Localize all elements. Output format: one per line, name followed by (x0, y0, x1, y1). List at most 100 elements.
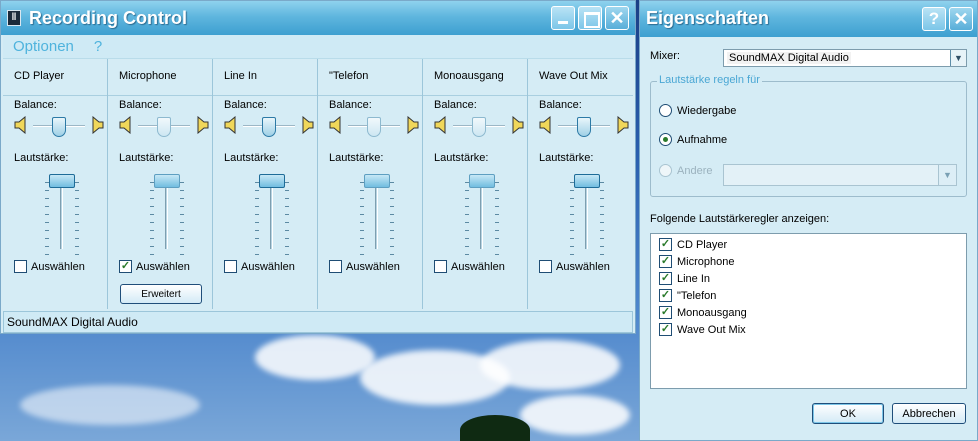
select-checkbox[interactable] (329, 260, 342, 273)
volume-tick (390, 222, 394, 223)
volume-slider-thumb[interactable] (364, 174, 390, 188)
channel-name: CD Player (14, 70, 65, 82)
volume-tick (495, 206, 499, 207)
select-checkbox[interactable] (434, 260, 447, 273)
list-item[interactable]: ✓ "Telefon (659, 289, 716, 302)
volume-tick (465, 214, 469, 215)
advanced-button[interactable]: Erweitert (120, 284, 202, 304)
volume-tick (180, 190, 184, 191)
menu-help[interactable]: ? (94, 38, 102, 55)
list-item-checkbox[interactable]: ✓ (659, 289, 672, 302)
list-item[interactable]: ✓ Microphone (659, 255, 734, 268)
radio-other[interactable]: Andere (659, 164, 712, 177)
speaker-right-icon (615, 115, 629, 135)
volume-tick (75, 190, 79, 191)
volume-slider-thumb[interactable] (469, 174, 495, 188)
list-item[interactable]: ✓ Wave Out Mix (659, 323, 746, 336)
select-checkbox-row[interactable]: Auswählen (14, 260, 85, 273)
dialog-close-button[interactable]: ✕ (949, 7, 973, 31)
list-item[interactable]: ✓ Line In (659, 272, 710, 285)
volume-tick (570, 206, 574, 207)
balance-slider-thumb[interactable] (157, 117, 171, 137)
radio-playback-circle[interactable] (659, 104, 672, 117)
help-icon: ? (928, 9, 940, 28)
mixer-select[interactable]: SoundMAX Digital Audio ▼ (723, 49, 967, 67)
channel-strip: Wave Out Mix Balance: Lautstärke: Auswählen (528, 59, 633, 309)
balance-slider-thumb[interactable] (577, 117, 591, 137)
cancel-button[interactable]: Abbrechen (892, 403, 966, 424)
radio-record-circle[interactable] (659, 133, 672, 146)
select-checkbox[interactable] (224, 260, 237, 273)
volume-tick (600, 254, 604, 255)
volume-tick (255, 230, 259, 231)
volume-tick (75, 182, 79, 183)
list-item[interactable]: ✓ Monoausgang (659, 306, 747, 319)
radio-playback[interactable]: Wiedergabe (659, 104, 736, 117)
select-checkbox-row[interactable]: Auswählen (434, 260, 505, 273)
menu-options[interactable]: Optionen (13, 38, 74, 55)
select-checkbox[interactable] (539, 260, 552, 273)
volume-tick (600, 190, 604, 191)
volume-tick (570, 230, 574, 231)
balance-slider-thumb[interactable] (367, 117, 381, 137)
mixer-app-icon[interactable]: ǁ (7, 10, 21, 26)
mixer-label: Mixer: (650, 50, 680, 62)
chevron-down-icon[interactable]: ▼ (950, 50, 966, 66)
chevron-down-icon[interactable]: ▼ (938, 165, 956, 185)
controls-listbox[interactable]: ✓ CD Player ✓ Microphone ✓ Line In ✓ "Telefon ✓ M… (650, 233, 967, 389)
select-checkbox[interactable]: ✓ (119, 260, 132, 273)
balance-label: Balance: (224, 99, 267, 111)
minimize-button[interactable] (551, 6, 575, 30)
list-item[interactable]: ✓ CD Player (659, 238, 727, 251)
volume-tick (285, 254, 289, 255)
balance-label: Balance: (434, 99, 477, 111)
select-checkbox-row[interactable]: Auswählen (539, 260, 610, 273)
list-item-checkbox[interactable]: ✓ (659, 238, 672, 251)
speaker-left-icon (329, 115, 343, 135)
balance-slider-thumb[interactable] (52, 117, 66, 137)
volume-tick (495, 182, 499, 183)
select-checkbox-row[interactable]: Auswählen (329, 260, 400, 273)
speaker-right-icon (195, 115, 209, 135)
list-item-checkbox[interactable]: ✓ (659, 306, 672, 319)
volume-slider-thumb[interactable] (259, 174, 285, 188)
select-label: Auswählen (31, 260, 85, 273)
volume-tick (255, 198, 259, 199)
close-icon: ✕ (609, 8, 625, 28)
volume-tick (45, 198, 49, 199)
volume-slider-thumb[interactable] (154, 174, 180, 188)
channel-name: Monoausgang (434, 70, 504, 82)
volume-tick (285, 206, 289, 207)
recording-control-window: ǁ Recording Control ✕ Optionen ? CD Play… (0, 0, 636, 334)
list-item-checkbox[interactable]: ✓ (659, 255, 672, 268)
volume-tick (180, 214, 184, 215)
select-checkbox-row[interactable]: Auswählen (224, 260, 295, 273)
help-button[interactable]: ? (922, 7, 946, 31)
select-label: Auswählen (346, 260, 400, 273)
list-item-checkbox[interactable]: ✓ (659, 323, 672, 336)
list-item-label: Microphone (677, 255, 735, 268)
cloud-decoration (520, 395, 630, 435)
volume-slider-thumb[interactable] (574, 174, 600, 188)
select-checkbox-row[interactable]: ✓ Auswählen (119, 260, 190, 273)
balance-slider-thumb[interactable] (262, 117, 276, 137)
volume-slider-thumb[interactable] (49, 174, 75, 188)
volume-tick (75, 246, 79, 247)
recording-control-titlebar[interactable]: ǁ Recording Control ✕ (1, 1, 635, 35)
other-device-select[interactable]: ▼ (723, 164, 957, 186)
volume-tick (600, 182, 604, 183)
maximize-button[interactable] (578, 6, 602, 30)
radio-record[interactable]: Aufnahme (659, 133, 727, 146)
radio-other-circle[interactable] (659, 164, 672, 177)
close-icon: ✕ (953, 9, 969, 29)
volume-tick (360, 206, 364, 207)
volume-tick (45, 214, 49, 215)
ok-button[interactable]: OK (812, 403, 884, 424)
mixer-select-value: SoundMAX Digital Audio (727, 52, 851, 64)
properties-titlebar[interactable]: Eigenschaften ? ✕ (640, 1, 977, 37)
balance-slider-thumb[interactable] (472, 117, 486, 137)
close-button[interactable]: ✕ (605, 6, 629, 30)
channel-strip: Microphone Balance: Lautstärke: ✓ Auswählen (108, 59, 213, 309)
list-item-checkbox[interactable]: ✓ (659, 272, 672, 285)
select-checkbox[interactable] (14, 260, 27, 273)
